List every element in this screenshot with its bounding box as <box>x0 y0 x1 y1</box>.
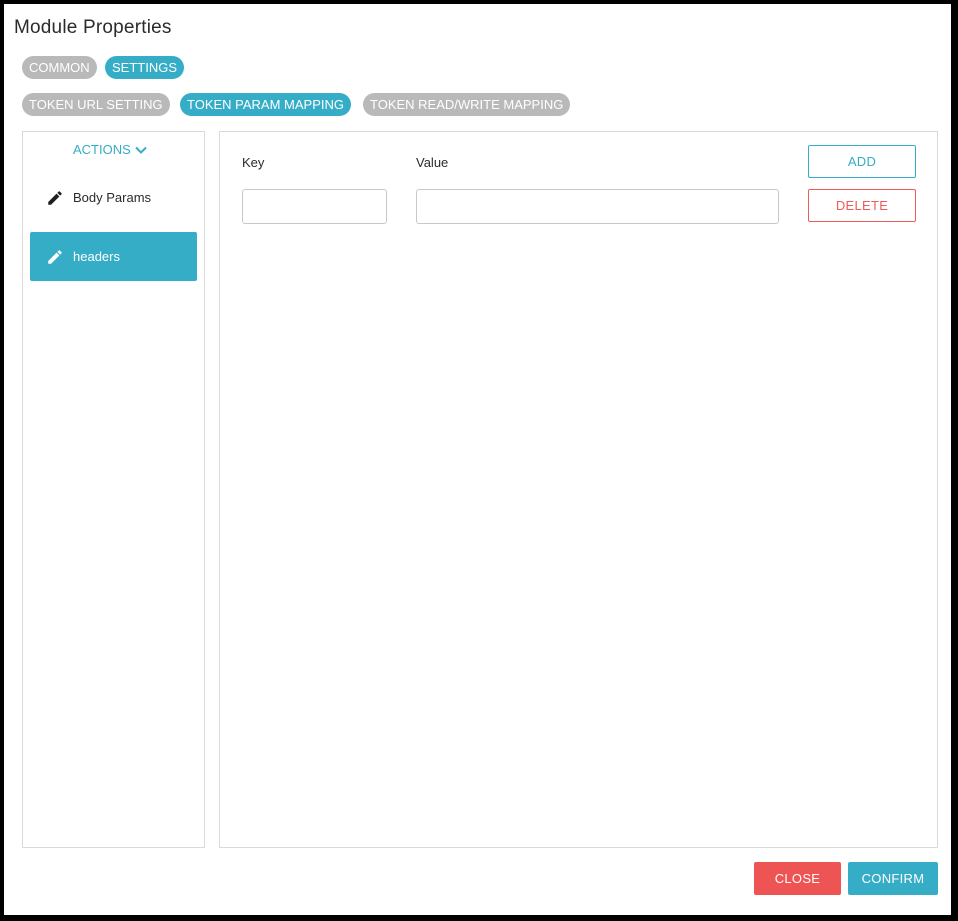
add-button[interactable]: ADD <box>808 145 916 178</box>
tab-token-param-mapping[interactable]: TOKEN PARAM MAPPING <box>180 93 351 116</box>
pencil-icon <box>46 248 64 266</box>
actions-toggle-label: ACTIONS <box>73 142 131 157</box>
module-properties-dialog: Module Properties COMMON SETTINGS TOKEN … <box>4 4 951 915</box>
tab-token-url-setting[interactable]: TOKEN URL SETTING <box>22 93 170 116</box>
dialog-title: Module Properties <box>14 17 172 38</box>
value-column-label: Value <box>416 155 449 170</box>
confirm-button[interactable]: CONFIRM <box>848 862 938 895</box>
tab-settings[interactable]: SETTINGS <box>105 56 185 79</box>
action-item-label: headers <box>73 249 120 264</box>
action-item-headers[interactable]: headers <box>30 232 197 281</box>
value-input[interactable] <box>416 189 779 224</box>
tab-token-read-write-mapping[interactable]: TOKEN READ/WRITE MAPPING <box>363 93 571 116</box>
pencil-icon <box>46 189 64 207</box>
key-input[interactable] <box>242 189 387 224</box>
actions-panel: ACTIONS Body Params headers <box>22 131 205 848</box>
key-column-label: Key <box>242 155 265 170</box>
close-button[interactable]: CLOSE <box>754 862 841 895</box>
actions-dropdown-toggle[interactable]: ACTIONS <box>73 142 147 157</box>
action-item-body-params[interactable]: Body Params <box>30 173 197 222</box>
delete-button[interactable]: DELETE <box>808 189 916 222</box>
action-item-label: Body Params <box>73 190 152 205</box>
tab-common[interactable]: COMMON <box>22 56 97 79</box>
mapping-panel: Key Value ADD DELETE <box>219 131 938 848</box>
chevron-down-icon <box>135 146 147 154</box>
